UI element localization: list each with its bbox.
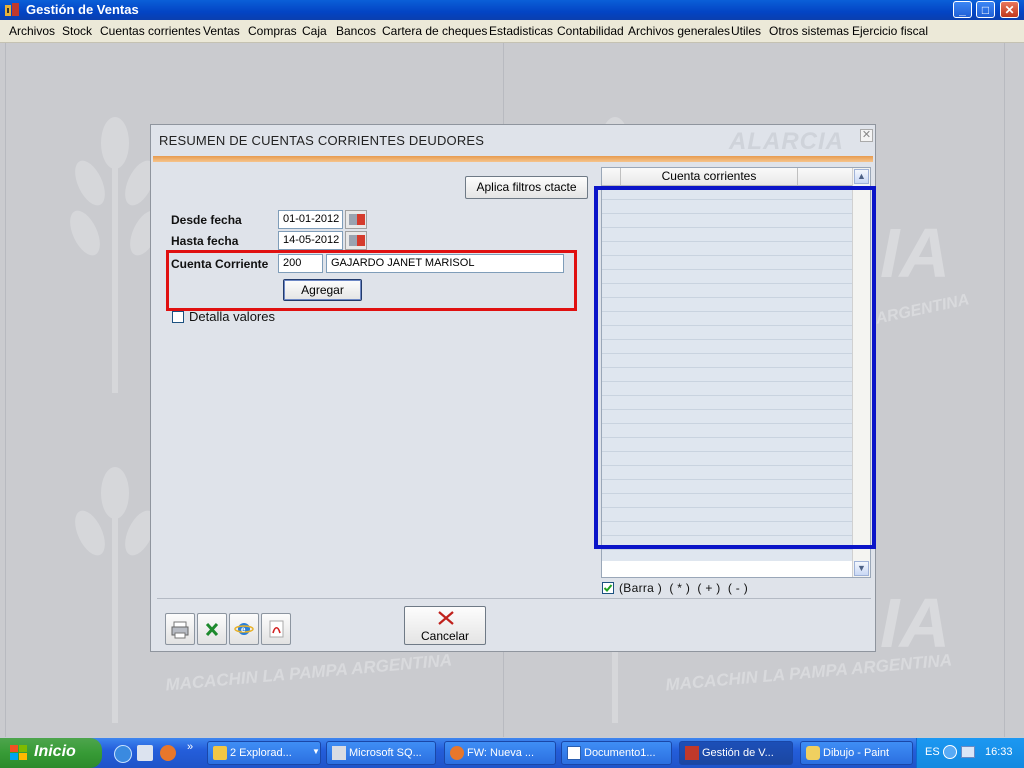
- taskbar-item[interactable]: FW: Nueva ...: [444, 741, 556, 765]
- cancel-button[interactable]: Cancelar: [404, 606, 486, 645]
- dialog-title-divider: [153, 156, 873, 162]
- menu-cartera-de-cheques[interactable]: Cartera de cheques: [382, 24, 487, 38]
- menu-contabilidad[interactable]: Contabilidad: [557, 24, 624, 38]
- barra-checkbox[interactable]: [602, 582, 614, 594]
- detalla-valores-label: Detalla valores: [189, 309, 275, 324]
- explorer-quicklaunch-icon[interactable]: [137, 745, 153, 761]
- dialog-footer-divider: [157, 598, 871, 599]
- hasta-fecha-label: Hasta fecha: [171, 234, 239, 248]
- minimize-button[interactable]: _: [953, 1, 972, 18]
- menu-bar: Archivos Stock Cuentas corrientes Ventas…: [0, 20, 1024, 43]
- taskbar-item-label: FW: Nueva ...: [467, 747, 535, 759]
- menu-estadisticas[interactable]: Estadisticas: [489, 24, 553, 38]
- window-title-bar[interactable]: Gestión de Ventas _ □ ✕: [0, 0, 1024, 20]
- menu-bancos[interactable]: Bancos: [336, 24, 376, 38]
- highlight-red-box: [166, 250, 577, 311]
- hasta-fecha-field[interactable]: 14-05-2012: [278, 231, 343, 250]
- cancel-label: Cancelar: [420, 629, 470, 643]
- browser-export-button[interactable]: e: [229, 613, 259, 645]
- menu-archivos-generales[interactable]: Archivos generales: [628, 24, 730, 38]
- detalla-valores-checkbox[interactable]: [172, 311, 184, 323]
- quicklaunch-expand-icon[interactable]: »: [187, 741, 193, 753]
- start-label: Inicio: [34, 743, 76, 760]
- menu-caja[interactable]: Caja: [302, 24, 327, 38]
- watermark-line: MACACHIN LA PAMPA ARGENTINA: [164, 650, 453, 695]
- apply-filters-button[interactable]: Aplica filtros ctacte: [465, 176, 588, 199]
- watermark-argentina: ARGENTINA: [874, 291, 971, 328]
- firefox-quicklaunch-icon[interactable]: [160, 745, 176, 761]
- svg-text:e: e: [241, 625, 246, 634]
- system-tray: ES 16:33: [916, 738, 1024, 768]
- watermark-line: MACACHIN LA PAMPA ARGENTINA: [664, 650, 953, 695]
- excel-export-button[interactable]: [197, 613, 227, 645]
- windows-logo-icon: [10, 745, 27, 760]
- paint-icon: [806, 746, 820, 760]
- checkmark-icon: [603, 584, 613, 592]
- taskbar-item-label: Dibujo - Paint: [823, 747, 890, 759]
- pdf-icon: [269, 620, 284, 638]
- cancel-x-icon: [438, 611, 454, 625]
- chevron-down-icon: ▼: [312, 747, 320, 756]
- grid-header: Cuenta corrientes: [602, 168, 854, 186]
- ie-quicklaunch-icon[interactable]: [114, 745, 132, 763]
- app-icon: [5, 3, 19, 16]
- taskbar: Inicio » 2 Explorad... ▼ Microsoft SQ...…: [0, 738, 1024, 768]
- word-icon: [567, 746, 581, 760]
- menu-utiles[interactable]: Utiles: [731, 24, 761, 38]
- scroll-up-icon[interactable]: ▲: [854, 169, 869, 184]
- taskbar-item[interactable]: 2 Explorad... ▼: [207, 741, 321, 765]
- taskbar-item[interactable]: Microsoft SQ...: [326, 741, 436, 765]
- excel-icon: [205, 622, 219, 637]
- dialog-logo: ALARCIA: [729, 128, 844, 155]
- dialog-close-button[interactable]: ✕: [860, 129, 873, 142]
- menu-compras[interactable]: Compras: [248, 24, 297, 38]
- maximize-button[interactable]: □: [976, 1, 995, 18]
- watermark-brand: IA: [880, 214, 950, 292]
- firefox-icon: [450, 746, 464, 760]
- language-indicator[interactable]: ES: [925, 746, 940, 758]
- close-button[interactable]: ✕: [1000, 1, 1019, 18]
- dialog-title: RESUMEN DE CUENTAS CORRIENTES DEUDORES: [159, 133, 485, 148]
- taskbar-item-label: Microsoft SQ...: [349, 747, 422, 759]
- browser-icon: e: [234, 623, 254, 635]
- menu-archivos[interactable]: Archivos: [9, 24, 55, 38]
- print-button[interactable]: [165, 613, 195, 645]
- tray-expand-icon[interactable]: [943, 745, 957, 759]
- taskbar-item-label: Gestión de V...: [702, 747, 774, 759]
- grid-header-cell[interactable]: Cuenta corrientes: [620, 168, 798, 185]
- clock[interactable]: 16:33: [985, 746, 1013, 758]
- calendar-button[interactable]: [345, 231, 367, 250]
- printer-icon: [171, 621, 189, 639]
- app-icon: [685, 746, 699, 760]
- menu-stock[interactable]: Stock: [62, 24, 92, 38]
- highlight-blue-box: [594, 186, 876, 549]
- start-button[interactable]: Inicio: [0, 738, 102, 768]
- network-icon[interactable]: [961, 746, 975, 758]
- menu-ejercicio-fiscal[interactable]: Ejercicio fiscal: [852, 24, 928, 38]
- window-title: Gestión de Ventas: [26, 2, 139, 17]
- menu-ventas[interactable]: Ventas: [203, 24, 240, 38]
- taskbar-item-label: Documento1...: [584, 747, 656, 759]
- menu-cuentas-corrientes[interactable]: Cuentas corrientes: [100, 24, 201, 38]
- calendar-button[interactable]: [345, 210, 367, 229]
- menu-otros-sistemas[interactable]: Otros sistemas: [769, 24, 849, 38]
- scroll-down-icon[interactable]: ▼: [854, 561, 869, 576]
- pdf-export-button[interactable]: [261, 613, 291, 645]
- desde-fecha-label: Desde fecha: [171, 213, 242, 227]
- folder-icon: [213, 746, 227, 760]
- taskbar-item-active[interactable]: Gestión de V...: [679, 741, 793, 765]
- taskbar-item[interactable]: Documento1...: [561, 741, 672, 765]
- taskbar-item-label: 2 Explorad...: [230, 747, 292, 759]
- sql-icon: [332, 746, 346, 760]
- barra-options-label: (Barra ) ( * ) ( + ) ( - ): [619, 581, 749, 595]
- taskbar-item[interactable]: Dibujo - Paint: [800, 741, 913, 765]
- desde-fecha-field[interactable]: 01-01-2012: [278, 210, 343, 229]
